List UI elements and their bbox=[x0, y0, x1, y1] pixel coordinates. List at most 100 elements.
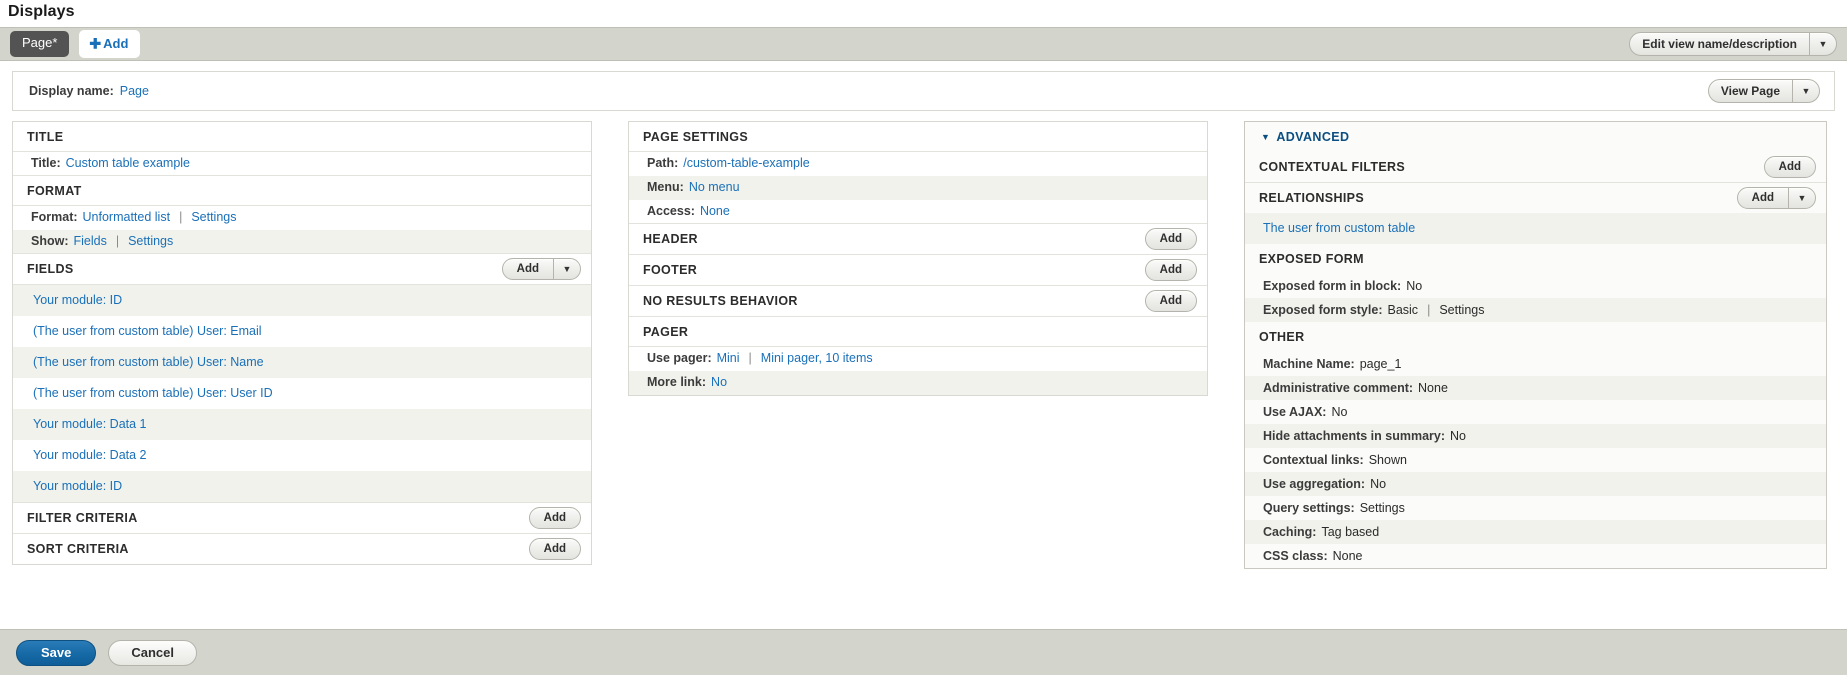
add-header-label: Add bbox=[1146, 229, 1196, 249]
section-header-actions: Add bbox=[1145, 228, 1197, 250]
row-exposed-form-style-link[interactable]: Basic bbox=[1387, 303, 1418, 317]
view-page-button[interactable]: View Page ▼ bbox=[1708, 79, 1820, 103]
row-use-ajax-link[interactable]: No bbox=[1331, 405, 1347, 419]
edit-view-name-description-button[interactable]: Edit view name/description ▼ bbox=[1629, 32, 1837, 56]
row-css-class: CSS class: None bbox=[1245, 544, 1826, 568]
row-show-settings-link[interactable]: Settings bbox=[128, 234, 173, 248]
row-access-key: Access: bbox=[647, 204, 695, 218]
row-use-pager: Use pager: Mini | Mini pager, 10 items bbox=[629, 347, 1207, 371]
add-header-button[interactable]: Add bbox=[1145, 228, 1197, 250]
row-title-link[interactable]: Custom table example bbox=[66, 156, 190, 170]
field-link[interactable]: Your module: ID bbox=[33, 293, 122, 307]
list-item[interactable]: The user from custom table bbox=[1245, 213, 1826, 244]
row-query-settings-link[interactable]: Settings bbox=[1360, 501, 1405, 515]
row-menu-link[interactable]: No menu bbox=[689, 180, 740, 194]
save-button[interactable]: Save bbox=[16, 640, 96, 666]
row-use-aggregation-link[interactable]: No bbox=[1370, 477, 1386, 491]
add-relationship-button[interactable]: Add ▼ bbox=[1737, 187, 1816, 209]
field-link[interactable]: Your module: Data 1 bbox=[33, 417, 147, 431]
section-exposed-form-heading: EXPOSED FORM bbox=[1259, 252, 1364, 266]
chevron-down-icon[interactable]: ▼ bbox=[1809, 33, 1836, 55]
list-item[interactable]: Your module: Data 2 bbox=[13, 440, 591, 471]
chevron-down-icon[interactable]: ▼ bbox=[1788, 188, 1815, 208]
display-name-value-link[interactable]: Page bbox=[120, 84, 149, 98]
row-query-settings: Query settings: Settings bbox=[1245, 496, 1826, 520]
row-use-pager-link[interactable]: Mini bbox=[717, 351, 740, 365]
list-item[interactable]: (The user from custom table) User: Name bbox=[13, 347, 591, 378]
relationship-link[interactable]: The user from custom table bbox=[1263, 221, 1415, 235]
add-no-results-behavior-button[interactable]: Add bbox=[1145, 290, 1197, 312]
section-pager-heading: PAGER bbox=[643, 325, 688, 339]
add-sort-criteria-button[interactable]: Add bbox=[529, 538, 581, 560]
row-contextual-links-link[interactable]: Shown bbox=[1369, 453, 1407, 467]
row-show-link[interactable]: Fields bbox=[74, 234, 107, 248]
view-page-label: View Page bbox=[1709, 80, 1792, 102]
row-hide-attachments-link[interactable]: No bbox=[1450, 429, 1466, 443]
row-hide-attachments: Hide attachments in summary: No bbox=[1245, 424, 1826, 448]
row-administrative-comment-link[interactable]: None bbox=[1418, 381, 1448, 395]
advanced-toggle[interactable]: ▼ ADVANCED bbox=[1245, 122, 1826, 152]
add-display-button[interactable]: ✚ Add bbox=[79, 30, 140, 58]
middle-panel: PAGE SETTINGS Path: /custom-table-exampl… bbox=[628, 121, 1208, 396]
list-item[interactable]: Your module: ID bbox=[13, 471, 591, 503]
row-path-link[interactable]: /custom-table-example bbox=[683, 156, 809, 170]
row-format-link[interactable]: Unformatted list bbox=[83, 210, 171, 224]
chevron-down-icon[interactable]: ▼ bbox=[1792, 80, 1819, 102]
left-panel: TITLE Title: Custom table example FORMAT… bbox=[12, 121, 592, 565]
row-administrative-comment-key: Administrative comment: bbox=[1263, 381, 1413, 395]
row-title-key: Title: bbox=[31, 156, 61, 170]
row-machine-name-key: Machine Name: bbox=[1263, 357, 1355, 371]
row-machine-name: Machine Name: page_1 bbox=[1245, 352, 1826, 376]
row-css-class-link[interactable]: None bbox=[1333, 549, 1363, 563]
field-link[interactable]: Your module: ID bbox=[33, 479, 122, 493]
row-exposed-form-style: Exposed form style: Basic | Settings bbox=[1245, 298, 1826, 322]
display-tab-page[interactable]: Page* bbox=[10, 31, 69, 56]
row-format-key: Format: bbox=[31, 210, 78, 224]
field-link[interactable]: (The user from custom table) User: Name bbox=[33, 355, 264, 369]
add-contextual-filter-button[interactable]: Add bbox=[1764, 156, 1816, 178]
section-title-header: TITLE bbox=[13, 122, 591, 152]
row-machine-name-link[interactable]: page_1 bbox=[1360, 357, 1402, 371]
list-item[interactable]: (The user from custom table) User: Email bbox=[13, 316, 591, 347]
section-footer-heading: FOOTER bbox=[643, 263, 697, 277]
field-link[interactable]: (The user from custom table) User: Email bbox=[33, 324, 262, 338]
section-contextual-filters-heading: CONTEXTUAL FILTERS bbox=[1259, 160, 1405, 174]
list-item[interactable]: (The user from custom table) User: User … bbox=[13, 378, 591, 409]
row-pager-settings-link[interactable]: Mini pager, 10 items bbox=[761, 351, 873, 365]
section-no-results-heading: NO RESULTS BEHAVIOR bbox=[643, 294, 798, 308]
row-more-link: More link: No bbox=[629, 371, 1207, 395]
row-exposed-form-style-settings-link[interactable]: Settings bbox=[1439, 303, 1484, 317]
row-hide-attachments-key: Hide attachments in summary: bbox=[1263, 429, 1445, 443]
field-link[interactable]: (The user from custom table) User: User … bbox=[33, 386, 273, 400]
section-title-heading: TITLE bbox=[27, 130, 63, 144]
displays-columns: TITLE Title: Custom table example FORMAT… bbox=[0, 111, 1847, 569]
add-filter-criteria-button[interactable]: Add bbox=[529, 507, 581, 529]
add-field-button[interactable]: Add ▼ bbox=[502, 258, 581, 280]
section-header-heading: HEADER bbox=[643, 232, 698, 246]
row-show: Show: Fields | Settings bbox=[13, 230, 591, 254]
section-format-header: FORMAT bbox=[13, 176, 591, 206]
row-exposed-form-in-block: Exposed form in block: No bbox=[1245, 274, 1826, 298]
row-access: Access: None bbox=[629, 200, 1207, 224]
section-footer-actions: Add bbox=[1145, 259, 1197, 281]
list-item[interactable]: Your module: ID bbox=[13, 285, 591, 316]
left-column: TITLE Title: Custom table example FORMAT… bbox=[12, 121, 592, 565]
chevron-down-icon[interactable]: ▼ bbox=[553, 259, 580, 279]
middle-column: PAGE SETTINGS Path: /custom-table-exampl… bbox=[628, 121, 1208, 396]
row-use-aggregation-key: Use aggregation: bbox=[1263, 477, 1365, 491]
cancel-button[interactable]: Cancel bbox=[108, 640, 197, 666]
add-footer-button[interactable]: Add bbox=[1145, 259, 1197, 281]
row-more-link-value[interactable]: No bbox=[711, 375, 727, 389]
add-sort-criteria-label: Add bbox=[530, 539, 580, 559]
section-contextual-filters-header: CONTEXTUAL FILTERS Add bbox=[1245, 152, 1826, 183]
row-contextual-links: Contextual links: Shown bbox=[1245, 448, 1826, 472]
field-link[interactable]: Your module: Data 2 bbox=[33, 448, 147, 462]
section-relationships-header: RELATIONSHIPS Add ▼ bbox=[1245, 183, 1826, 213]
row-caching-link[interactable]: Tag based bbox=[1321, 525, 1379, 539]
section-sort-criteria-heading: SORT CRITERIA bbox=[27, 542, 129, 556]
row-access-link[interactable]: None bbox=[700, 204, 730, 218]
list-item[interactable]: Your module: Data 1 bbox=[13, 409, 591, 440]
page-title: Displays bbox=[0, 0, 1847, 27]
row-exposed-form-in-block-link[interactable]: No bbox=[1406, 279, 1422, 293]
row-format-settings-link[interactable]: Settings bbox=[191, 210, 236, 224]
